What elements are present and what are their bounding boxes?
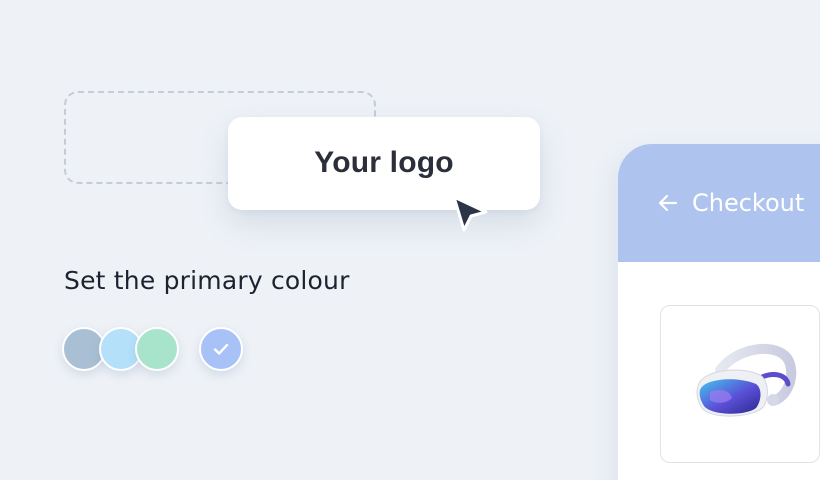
product-card[interactable]	[660, 305, 820, 463]
logo-card[interactable]: Your logo	[228, 117, 540, 210]
logo-text: Your logo	[314, 145, 454, 179]
colour-swatch-periwinkle-selected[interactable]	[199, 327, 243, 371]
vr-headset-icon	[696, 344, 797, 417]
pointer-cursor-icon	[452, 195, 488, 232]
colour-swatch-mint[interactable]	[135, 327, 179, 371]
checkout-header: Checkout	[618, 144, 820, 262]
check-icon	[213, 343, 229, 355]
checkout-panel: Checkout	[618, 144, 820, 480]
checkout-title: Checkout	[692, 189, 805, 217]
colour-picker-label: Set the primary colour	[64, 266, 350, 295]
back-arrow-icon[interactable]	[656, 191, 680, 215]
